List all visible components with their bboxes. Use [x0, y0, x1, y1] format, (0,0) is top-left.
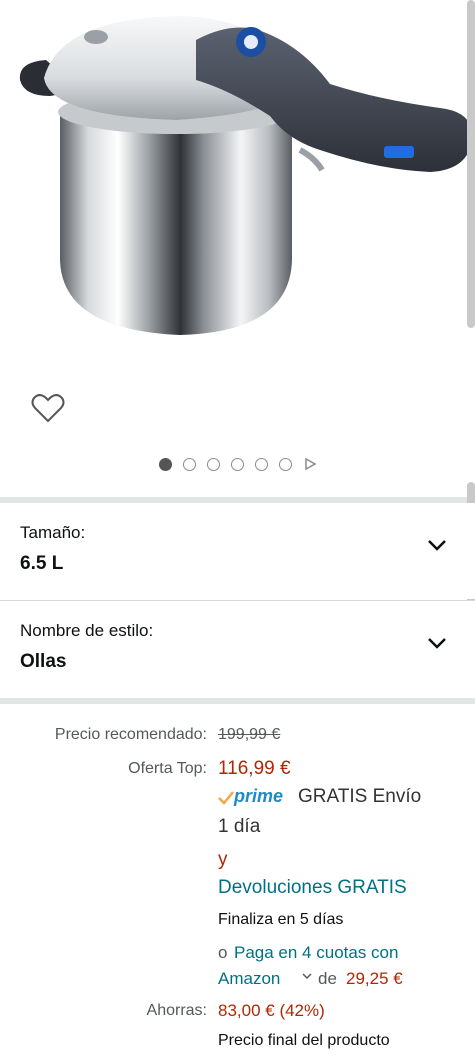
image-carousel-indicator[interactable] [0, 456, 475, 472]
installments-de: de [318, 969, 337, 988]
recommended-price-label: Precio recomendado: [54, 726, 207, 743]
style-label: Nombre de estilo: [20, 621, 154, 640]
offer-label: Oferta Top: [128, 760, 207, 777]
carousel-dot[interactable] [278, 457, 292, 471]
section-divider [0, 698, 475, 704]
carousel-dot[interactable] [158, 457, 172, 471]
installments-amount: 29,25 € [346, 969, 403, 988]
style-value: Ollas [20, 651, 67, 672]
deal-ends-text: Finaliza en 5 días [218, 911, 344, 928]
and-text: y [218, 849, 228, 870]
pressure-cooker-image [19, 16, 473, 335]
size-value: 6.5 L [20, 553, 64, 574]
size-selector[interactable]: Tamaño: 6.5 L [0, 503, 475, 599]
offer-price: 116,99 € [218, 758, 291, 779]
heart-outline-icon[interactable] [31, 392, 65, 424]
final-price-text: Precio final del producto [218, 1032, 390, 1049]
prime-check-icon [218, 791, 234, 805]
carousel-dot[interactable] [230, 457, 244, 471]
product-image[interactable] [0, 0, 475, 375]
carousel-dot[interactable] [182, 457, 196, 471]
chevron-down-icon [428, 540, 446, 551]
installments-prefix: o [218, 943, 228, 962]
recommended-price: 199,99 € [218, 726, 281, 743]
carousel-dot[interactable] [206, 457, 220, 471]
installments-link-amazon[interactable]: Amazon [218, 969, 280, 989]
installments-link[interactable]: Paga en 4 cuotas con [234, 943, 398, 963]
size-label: Tamaño: [20, 523, 86, 542]
play-triangle-icon[interactable] [303, 457, 317, 471]
savings-label: Ahorras: [146, 1002, 207, 1019]
chevron-down-icon[interactable] [302, 973, 312, 980]
shipping-days: 1 día [218, 816, 261, 837]
carousel-dot[interactable] [254, 457, 268, 471]
shipping-text: GRATIS Envío [298, 786, 422, 807]
free-returns-link[interactable]: Devoluciones GRATIS [218, 877, 407, 899]
chevron-down-icon [428, 638, 446, 649]
style-selector[interactable]: Nombre de estilo: Ollas [0, 601, 475, 697]
savings-value: 83,00 € (42%) [218, 1001, 325, 1020]
prime-badge: prime [234, 786, 284, 806]
image-scrollbar[interactable] [467, 0, 475, 328]
